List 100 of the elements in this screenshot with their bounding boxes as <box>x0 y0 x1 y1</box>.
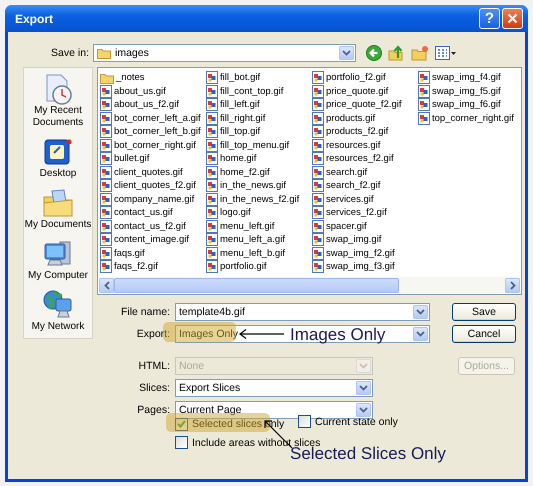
file-item[interactable]: top_corner_right.gif <box>418 112 514 124</box>
dropdown-button[interactable] <box>356 380 371 394</box>
file-item[interactable]: client_quotes_f2.gif <box>100 179 196 192</box>
file-item[interactable]: swap_img_f2.gif <box>312 246 395 260</box>
file-item[interactable]: bot_corner_right.gif <box>100 138 196 152</box>
file-item[interactable]: swap_img_f6.gif <box>418 98 501 111</box>
image-file-icon <box>100 192 112 206</box>
image-file-icon <box>206 220 218 232</box>
image-file-icon <box>312 125 324 138</box>
image-file-icon <box>418 71 430 84</box>
field-label: Pages: <box>136 404 170 416</box>
file-item[interactable]: logo.gif <box>206 206 251 219</box>
image-file-icon <box>206 233 218 246</box>
file-item[interactable]: about_us_f2.gif <box>100 98 179 111</box>
file-item[interactable]: price_quote_f2.gif <box>312 98 402 111</box>
file-item[interactable]: _notes <box>100 71 145 84</box>
file-item[interactable]: search.gif <box>312 166 368 178</box>
close-button[interactable] <box>502 8 523 29</box>
file-item[interactable]: services.gif <box>312 192 374 206</box>
file-item[interactable]: contact_us.gif <box>100 206 173 219</box>
save-in-dropdown[interactable]: images <box>93 44 356 62</box>
image-file-icon <box>312 138 324 152</box>
file-item[interactable]: resources_f2.gif <box>312 152 394 165</box>
file-item[interactable]: fill_top_menu.gif <box>206 138 290 152</box>
image-file-icon <box>312 206 324 219</box>
checkbox[interactable] <box>175 436 188 449</box>
folder-icon <box>97 47 111 59</box>
image-file-icon <box>312 179 324 192</box>
dropdown-button[interactable] <box>339 46 354 60</box>
file-item[interactable]: portfolio.gif <box>206 260 266 273</box>
image-file-icon <box>206 192 218 206</box>
file-item[interactable]: bot_corner_left_a.gif <box>100 112 201 124</box>
file-item[interactable]: fill_right.gif <box>206 112 266 124</box>
image-file-icon <box>312 192 324 206</box>
file-item[interactable]: in_the_news_f2.gif <box>206 192 300 206</box>
file-item[interactable]: content_image.gif <box>100 233 189 246</box>
image-file-icon <box>100 233 112 246</box>
file-item[interactable]: home.gif <box>206 152 256 165</box>
scrollbar-thumb[interactable] <box>114 278 399 292</box>
file-item[interactable]: client_quotes.gif <box>100 166 183 178</box>
image-file-icon <box>206 125 218 138</box>
save-button[interactable]: Save <box>452 302 516 320</box>
file-item[interactable]: products.gif <box>312 112 376 124</box>
file-item[interactable]: company_name.gif <box>100 192 194 206</box>
file-item[interactable]: faqs.gif <box>100 246 145 260</box>
up-folder-icon[interactable] <box>388 45 405 61</box>
image-file-icon <box>312 71 324 84</box>
places-item[interactable]: My Documents <box>24 186 92 231</box>
places-item[interactable]: My Computer <box>24 238 92 282</box>
file-item[interactable]: swap_img.gif <box>312 233 382 246</box>
file-item[interactable]: fill_bot.gif <box>206 71 260 84</box>
file-item[interactable]: menu_left.gif <box>206 220 274 232</box>
image-file-icon <box>312 112 324 124</box>
dropdown-button[interactable] <box>356 402 371 416</box>
cancel-button[interactable]: Cancel <box>452 324 516 342</box>
places-item[interactable]: My Network <box>24 288 92 333</box>
file-item[interactable]: products_f2.gif <box>312 125 388 138</box>
help-button[interactable]: ? <box>479 8 500 29</box>
checkbox[interactable] <box>298 415 311 428</box>
file-item[interactable]: in_the_news.gif <box>206 179 286 192</box>
image-file-icon <box>100 179 112 192</box>
file-item[interactable]: menu_left_b.gif <box>206 246 285 260</box>
image-file-icon <box>312 84 324 98</box>
file-item[interactable]: resources.gif <box>312 138 380 152</box>
dropdown-field[interactable]: Export Slices <box>175 378 373 396</box>
file-item[interactable]: services_f2.gif <box>312 206 387 219</box>
file-item[interactable]: swap_img_f3.gif <box>312 260 395 273</box>
file-item[interactable]: swap_img_f4.gif <box>418 71 501 84</box>
file-item[interactable]: faqs_f2.gif <box>100 260 158 273</box>
new-folder-icon[interactable] <box>411 45 429 61</box>
image-file-icon <box>312 260 324 273</box>
file-item[interactable]: search_f2.gif <box>312 179 380 192</box>
file-item[interactable]: about_us.gif <box>100 84 166 98</box>
file-item[interactable]: fill_top.gif <box>206 125 260 138</box>
file-item[interactable]: price_quote.gif <box>312 84 388 98</box>
image-file-icon <box>206 246 218 260</box>
chevron-down-icon <box>359 384 368 390</box>
dropdown-field[interactable]: template4b.gif <box>175 302 430 320</box>
dropdown-button[interactable] <box>413 304 428 318</box>
checkbox[interactable] <box>175 418 188 430</box>
scroll-right-button[interactable] <box>505 278 520 292</box>
file-item[interactable]: fill_left.gif <box>206 98 260 111</box>
back-icon[interactable] <box>366 45 382 61</box>
places-item[interactable]: My Recent Documents <box>24 73 92 130</box>
views-menu-icon[interactable] <box>435 46 457 60</box>
dropdown-button[interactable] <box>413 326 428 340</box>
image-file-icon <box>100 220 112 232</box>
file-item[interactable]: bot_corner_left_b.gif <box>100 125 201 138</box>
scroll-left-button[interactable] <box>99 278 114 292</box>
dropdown-field[interactable]: Current Page <box>175 400 373 418</box>
file-item[interactable]: contact_us_f2.gif <box>100 220 186 232</box>
file-item[interactable]: home_f2.gif <box>206 166 270 178</box>
places-item[interactable]: Desktop <box>24 136 92 180</box>
file-item[interactable]: fill_cont_top.gif <box>206 84 284 98</box>
chevron-down-icon <box>359 406 368 412</box>
file-item[interactable]: portfolio_f2.gif <box>312 71 386 84</box>
file-item[interactable]: menu_left_a.gif <box>206 233 285 246</box>
file-item[interactable]: bullet.gif <box>100 152 150 165</box>
file-item[interactable]: swap_img_f5.gif <box>418 84 501 98</box>
file-item[interactable]: spacer.gif <box>312 220 367 232</box>
